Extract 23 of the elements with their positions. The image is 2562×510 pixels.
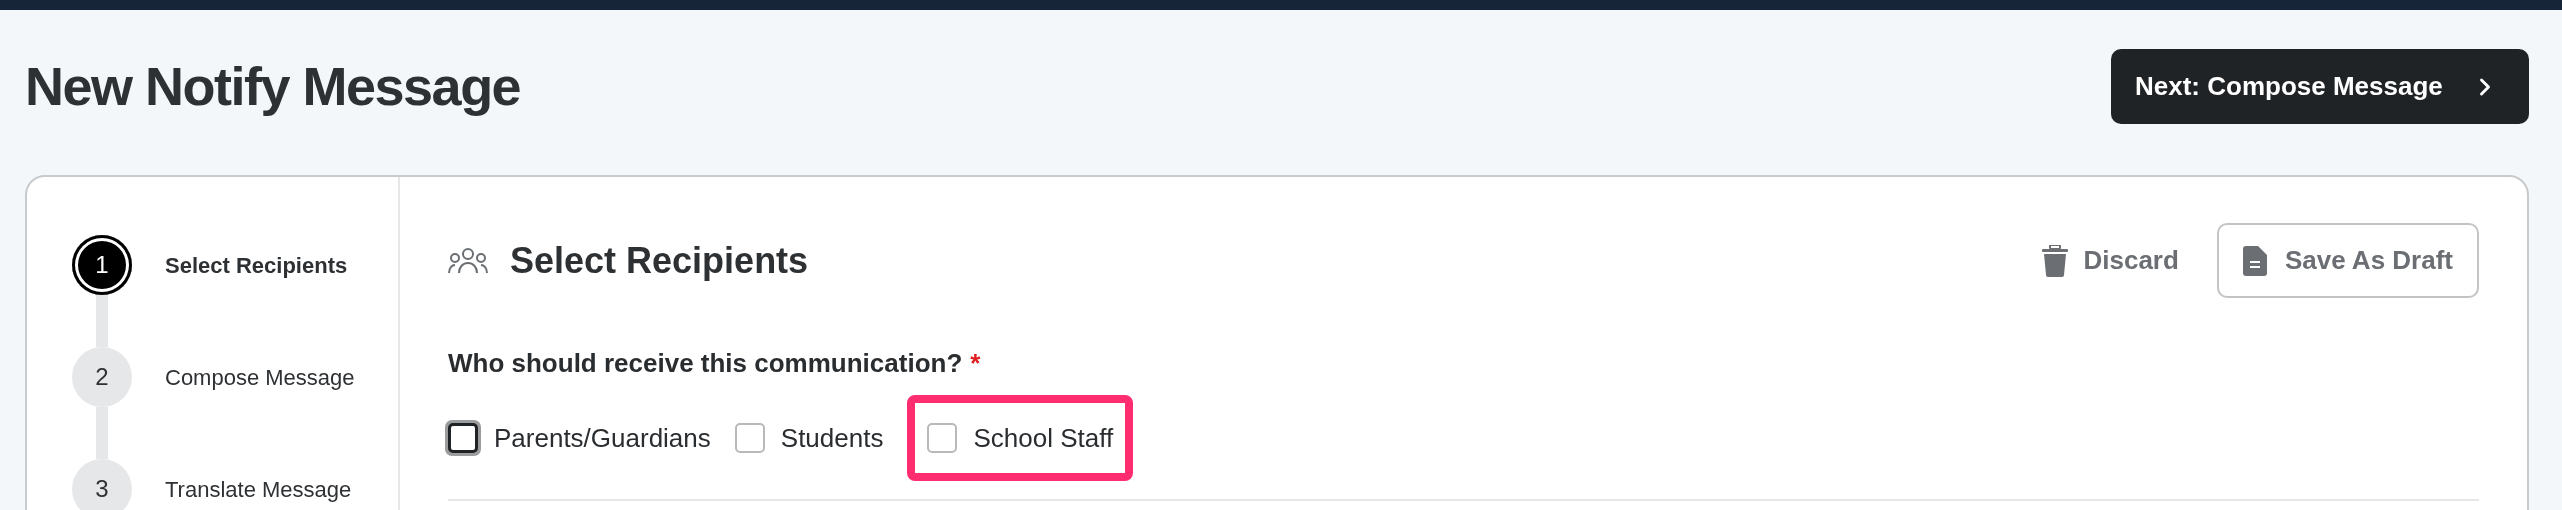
checkbox[interactable] <box>734 423 765 453</box>
step-number: 3 <box>72 459 132 510</box>
required-mark: * <box>970 347 981 380</box>
checkbox-label: Parents/Guardians <box>494 421 711 455</box>
trash-icon <box>2041 244 2070 277</box>
save-draft-button[interactable]: Save As Draft <box>2216 223 2479 298</box>
document-icon <box>2242 245 2267 276</box>
step-number: 2 <box>72 347 132 407</box>
page-title: New Notify Message <box>25 55 521 118</box>
section-title: Select Recipients <box>510 238 809 283</box>
step-connector <box>96 295 108 347</box>
checkbox-label: Students <box>780 421 884 455</box>
checkbox-label: School Staff <box>973 421 1114 455</box>
question-label: Who should receive this communication? <box>448 347 963 380</box>
people-icon <box>448 246 488 275</box>
next-button[interactable]: Next: Compose Message <box>2111 49 2529 124</box>
step-label[interactable]: Select Recipients <box>165 235 348 295</box>
step-label[interactable]: Compose Message <box>165 347 355 407</box>
checkbox[interactable] <box>927 423 958 453</box>
step-connector <box>96 407 108 459</box>
step-label[interactable]: Translate Message <box>165 459 352 510</box>
step-number: 1 <box>72 235 132 295</box>
discard-button[interactable]: Discard <box>2041 241 2179 280</box>
